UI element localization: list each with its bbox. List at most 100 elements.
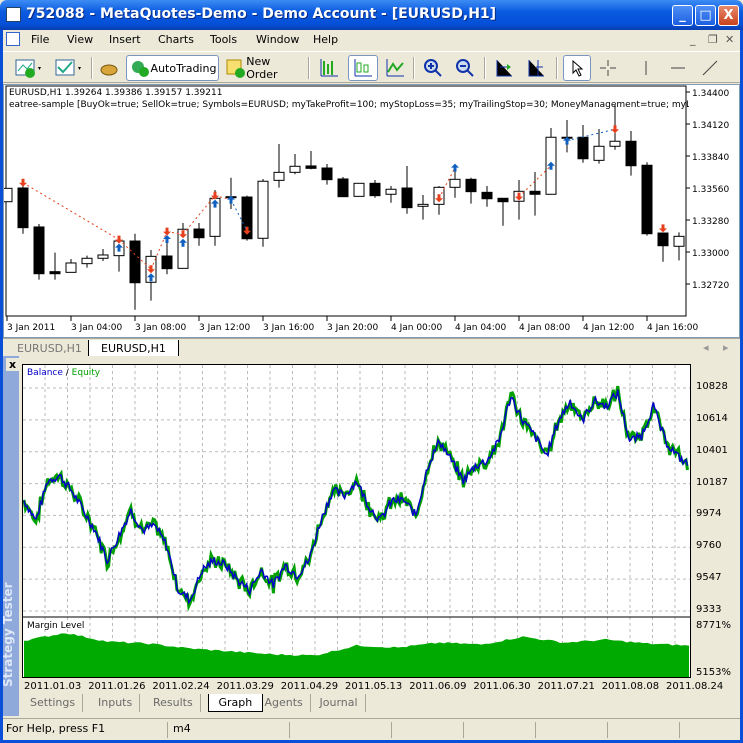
tab-agents[interactable]: Agents <box>258 694 311 712</box>
date-axis-label: 2011.08.24 <box>666 681 724 692</box>
new-order-button[interactable]: New Order <box>225 55 303 81</box>
date-axis-label: 2011.02.24 <box>152 681 210 692</box>
crosshair-tool-button[interactable] <box>595 55 621 81</box>
price-tick-label: 1.33000 <box>692 249 729 259</box>
menu-view[interactable]: View <box>67 33 93 46</box>
minimize-button[interactable]: _ <box>672 5 693 26</box>
balance-axis-label: 10187 <box>696 476 728 488</box>
bullish-candle <box>257 180 269 239</box>
market-watch-icon[interactable] <box>97 55 121 81</box>
date-axis-label: 2011.07.21 <box>537 681 595 692</box>
tab-settings[interactable]: Settings <box>23 694 84 712</box>
time-tick-label: 3 Jan 08:00 <box>135 323 187 333</box>
sell-arrow-icon <box>611 125 619 134</box>
bullish-candle <box>289 165 301 173</box>
balance-axis-label: 10828 <box>696 381 728 392</box>
bearish-candle <box>657 232 669 247</box>
bearish-candle <box>33 226 45 275</box>
menu-help[interactable]: Help <box>313 33 338 46</box>
maximize-button[interactable]: □ <box>695 5 716 26</box>
auto-scroll-button[interactable] <box>491 55 517 81</box>
bullish-candle <box>609 140 621 147</box>
price-chart[interactable]: 1.34400 1.34120 1.33840 1.33560 1.33280 1.330… <box>4 85 739 337</box>
legend-equity: Equity <box>71 368 101 378</box>
tab-inputs[interactable]: Inputs <box>91 694 141 712</box>
chart-shift-button[interactable] <box>523 55 549 81</box>
bar-chart-button[interactable] <box>316 55 342 81</box>
balance-axis-label: 10401 <box>696 444 728 456</box>
autotrading-button[interactable]: AutoTrading <box>126 55 219 81</box>
sell-arrow-icon <box>163 227 171 236</box>
price-chart-window[interactable]: 1.34400 1.34120 1.33840 1.33560 1.33280 1.330… <box>3 84 740 338</box>
time-tick-label: 4 Jan 08:00 <box>519 323 571 333</box>
time-tick-label: 3 Jan 12:00 <box>199 323 251 333</box>
bearish-candle <box>161 255 173 270</box>
tester-close-button[interactable]: x <box>6 358 19 371</box>
horizontal-line-tool-button[interactable] <box>665 55 691 81</box>
toolbar: AutoTrading New Order <box>3 51 740 83</box>
tab-results[interactable]: Results <box>146 694 201 712</box>
menu-window[interactable]: Window <box>256 33 299 46</box>
price-tick-label: 1.34120 <box>692 121 729 131</box>
buy-arrow-icon <box>163 234 171 243</box>
tab-chart-2-active[interactable]: EURUSD,H1 <box>88 340 179 357</box>
menu-bar: File View Insert Charts Tools Window Hel… <box>3 30 740 50</box>
time-tick-label: 3 Jan 2011 <box>7 323 55 333</box>
candlestick-chart-button[interactable] <box>348 55 378 81</box>
tab-graph[interactable]: Graph <box>207 694 264 712</box>
legend-separator: / <box>62 368 72 378</box>
bearish-candle <box>577 136 589 160</box>
bullish-candle <box>673 235 685 247</box>
price-tick-label: 1.32720 <box>692 281 729 291</box>
date-axis-label: 2011.04.29 <box>280 681 339 692</box>
menu-tools[interactable]: Tools <box>210 33 237 46</box>
bearish-candle <box>17 187 29 229</box>
margin-level-label: Margin Level <box>27 621 85 631</box>
bullish-candle <box>97 254 109 259</box>
date-axis-label: 2011.08.08 <box>601 681 660 692</box>
menu-charts[interactable]: Charts <box>158 33 194 46</box>
time-tick-label: 4 Jan 12:00 <box>583 323 635 333</box>
doc-restore-button[interactable]: ❐ <box>708 33 718 46</box>
margin-axis-label: 8771% <box>696 620 731 631</box>
bearish-candle <box>497 197 509 203</box>
deal-line <box>566 128 616 142</box>
doc-minimize-button[interactable]: _ <box>690 33 696 46</box>
bearish-candle <box>465 178 477 193</box>
zoom-in-button[interactable] <box>420 55 446 81</box>
menu-insert[interactable]: Insert <box>109 33 141 46</box>
date-axis-label: 2011.06.30 <box>473 681 531 692</box>
new-chart-button[interactable] <box>11 55 47 81</box>
price-tick-label: 1.33840 <box>692 153 729 163</box>
tester-tabs: Settings Inputs Results Graph Agents Journal <box>19 694 740 714</box>
zoom-out-button[interactable] <box>452 55 478 81</box>
bearish-candle <box>529 190 541 195</box>
time-tick-label: 3 Jan 16:00 <box>263 323 315 333</box>
balance-axis-label: 9333 <box>696 604 722 615</box>
profiles-button[interactable] <box>51 55 87 81</box>
time-tick-label: 4 Jan 00:00 <box>391 323 443 333</box>
tab-journal[interactable]: Journal <box>313 694 366 712</box>
date-axis-label: 2011.06.09 <box>409 681 467 692</box>
line-chart-button[interactable] <box>382 55 408 81</box>
vertical-line-tool-button[interactable] <box>633 55 659 81</box>
sell-arrow-icon <box>659 224 667 233</box>
bullish-candle <box>353 182 365 197</box>
doc-close-button[interactable]: ✕ <box>725 33 734 46</box>
price-tick-label: 1.33280 <box>692 217 729 227</box>
bearish-candle <box>481 191 493 200</box>
status-cell <box>394 722 464 738</box>
bearish-candle <box>193 228 205 239</box>
bullish-candle <box>449 178 461 188</box>
tab-chart-1[interactable]: EURUSD,H1 <box>5 340 94 357</box>
tab-scroll-right-icon[interactable]: ▸ <box>723 341 729 354</box>
autotrading-label: AutoTrading <box>150 61 217 75</box>
cursor-tool-button[interactable] <box>563 55 591 81</box>
trendline-tool-button[interactable] <box>697 55 723 81</box>
expert-parameters: eatree-sample [BuyOk=true; SellOk=true; … <box>9 100 689 110</box>
menu-file[interactable]: File <box>31 33 49 46</box>
tab-scroll-left-icon[interactable]: ◂ <box>703 341 709 354</box>
bearish-candle <box>337 178 349 198</box>
close-button[interactable]: X <box>718 5 739 26</box>
bullish-candle <box>81 257 93 265</box>
